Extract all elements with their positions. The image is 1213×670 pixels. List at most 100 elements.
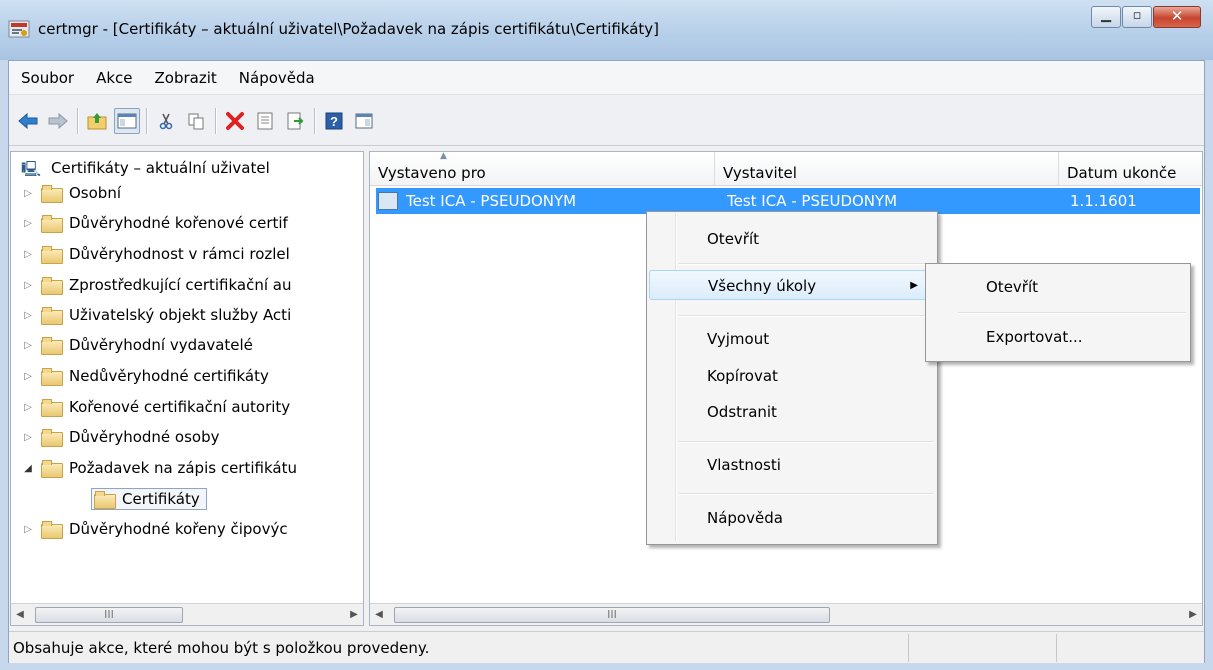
status-bar: Obsahuje akce, které mohou být s položko… xyxy=(9,631,1204,663)
column-label: Vystaveno pro xyxy=(378,164,486,182)
tree-root[interactable]: 🖳 Certifikáty – aktuální uživatel xyxy=(13,155,270,181)
tree-item-label: Kořenové certifikační autority xyxy=(69,398,291,416)
tree-item-trusted-publishers[interactable]: ▷ Důvěryhodní vydavatelé xyxy=(21,332,253,358)
tree-item-smart-card-root[interactable]: ▷ Důvěryhodné kořeny čipovýc xyxy=(21,516,288,542)
close-button[interactable]: ✕ xyxy=(1153,6,1201,28)
tree-item-label: Nedůvěryhodné certifikáty xyxy=(69,367,269,385)
tree-item-trusted-root[interactable]: ▷ Důvěryhodné kořenové certif xyxy=(21,210,288,236)
expand-icon[interactable]: ▷ xyxy=(21,249,35,260)
certificate-store-icon: 🖳 xyxy=(21,160,42,178)
scroll-thumb[interactable]: III xyxy=(35,606,183,623)
expand-icon[interactable]: ▷ xyxy=(21,310,35,321)
tree-root-label: Certifikáty – aktuální uživatel xyxy=(51,159,270,177)
help-button[interactable]: ? xyxy=(321,108,347,134)
menu-item-label: Všechny úkoly xyxy=(708,277,817,295)
menu-akce[interactable]: Akce xyxy=(96,69,132,87)
tree-item-label: Osobní xyxy=(69,184,121,202)
export-icon xyxy=(287,112,304,129)
expand-icon[interactable]: ▷ xyxy=(21,371,35,382)
view-button[interactable] xyxy=(351,108,377,134)
tree-item-label: Zprostředkující certifikační au xyxy=(69,276,292,294)
menu-item-open[interactable]: Otevřít xyxy=(649,224,935,254)
show-hide-tree-button[interactable] xyxy=(114,107,140,134)
column-header-issuer[interactable]: Vystavitel xyxy=(715,152,1059,186)
folder-icon xyxy=(41,337,63,355)
expand-icon[interactable]: ▷ xyxy=(21,402,35,413)
up-folder-icon xyxy=(87,112,107,129)
context-menu: Otevřít Všechny úkoly ▶ Vyjmout Kopírova… xyxy=(646,211,938,545)
menu-zobrazit[interactable]: Zobrazit xyxy=(155,69,217,87)
delete-icon xyxy=(226,111,244,130)
close-icon: ✕ xyxy=(1170,7,1184,25)
delete-button[interactable] xyxy=(222,108,248,134)
expand-icon[interactable]: ▷ xyxy=(21,524,35,535)
menu-napoveda[interactable]: Nápověda xyxy=(239,69,315,87)
minimize-button[interactable]: ▁ xyxy=(1091,6,1121,28)
tree-panel[interactable]: 🖳 Certifikáty – aktuální uživatel ▷ Osob… xyxy=(10,151,364,626)
menu-item-help[interactable]: Nápověda xyxy=(649,503,935,533)
menu-item-all-tasks[interactable]: Všechny úkoly ▶ xyxy=(649,270,935,300)
tree-item-enterprise-trust[interactable]: ▷ Důvěryhodnost v rámci rozlel xyxy=(21,241,290,267)
tree-item-third-party-root[interactable]: ▷ Kořenové certifikační autority xyxy=(21,394,290,420)
menu-separator xyxy=(958,312,1186,313)
tree-item-label: Požadavek na zápis certifikátu xyxy=(69,459,297,477)
up-level-button[interactable] xyxy=(84,108,110,134)
scroll-left-arrow-icon[interactable]: ◀ xyxy=(370,609,388,620)
folder-open-icon xyxy=(94,491,116,509)
menu-separator xyxy=(679,441,933,442)
title-bar[interactable]: certmgr - [Certifikáty – aktuální uživat… xyxy=(0,0,1213,60)
tree-horizontal-scrollbar[interactable]: ◀ III ▶ xyxy=(11,603,363,625)
properties-icon xyxy=(257,112,273,129)
tree-item-untrusted[interactable]: ▷ Nedůvěryhodné certifikáty xyxy=(21,363,269,389)
menu-item-copy[interactable]: Kopírovat xyxy=(649,361,935,391)
collapse-icon[interactable]: ◢ xyxy=(21,463,35,474)
expand-icon[interactable]: ▷ xyxy=(21,218,35,229)
column-header-expiry[interactable]: Datum ukonče xyxy=(1059,152,1202,186)
cut-icon xyxy=(159,113,173,129)
tree-selection-box[interactable]: Certifikáty xyxy=(91,488,207,510)
expand-icon[interactable]: ▷ xyxy=(21,340,35,351)
certificate-icon xyxy=(378,192,398,210)
list-horizontal-scrollbar[interactable]: ◀ III ▶ xyxy=(370,603,1202,625)
menu-item-cut[interactable]: Vyjmout xyxy=(649,324,935,354)
tree-item-label: Uživatelský objekt služby Acti xyxy=(69,306,292,324)
help-icon: ? xyxy=(325,112,343,129)
column-header-issued-to[interactable]: ▲ Vystaveno pro xyxy=(370,152,715,186)
tree-item-enrollment-request[interactable]: ◢ Požadavek na zápis certifikátu xyxy=(21,455,297,481)
maximize-button[interactable]: ▫ xyxy=(1122,6,1152,28)
tree-item-ad-user-object[interactable]: ▷ Uživatelský objekt služby Acti xyxy=(21,302,291,328)
tree-item-trusted-people[interactable]: ▷ Důvěryhodné osoby xyxy=(21,424,219,450)
properties-button[interactable] xyxy=(252,108,278,134)
folder-icon xyxy=(41,429,63,447)
cut-button[interactable] xyxy=(153,108,179,134)
scroll-thumb[interactable]: III xyxy=(394,606,830,623)
expand-icon[interactable]: ▷ xyxy=(21,280,35,291)
folder-icon xyxy=(41,246,63,264)
submenu-item-export[interactable]: Exportovat... xyxy=(928,322,1188,352)
folder-icon xyxy=(41,185,63,203)
scroll-left-arrow-icon[interactable]: ◀ xyxy=(11,609,29,620)
submenu-arrow-icon: ▶ xyxy=(910,280,918,291)
scroll-right-arrow-icon[interactable]: ▶ xyxy=(1184,609,1202,620)
forward-button[interactable] xyxy=(45,108,71,134)
back-button[interactable] xyxy=(15,108,41,134)
scroll-right-arrow-icon[interactable]: ▶ xyxy=(345,609,363,620)
tree-item-osobni[interactable]: ▷ Osobní xyxy=(21,180,121,206)
tree-item-label: Důvěryhodné osoby xyxy=(69,428,220,446)
folder-icon xyxy=(41,368,63,386)
expand-icon[interactable]: ▷ xyxy=(21,432,35,443)
menu-item-delete[interactable]: Odstranit xyxy=(649,397,935,427)
toolbar-separator xyxy=(77,107,78,134)
copy-button[interactable] xyxy=(183,108,209,134)
submenu-item-open[interactable]: Otevřít xyxy=(928,272,1188,302)
tree-item-intermediate-ca[interactable]: ▷ Zprostředkující certifikační au xyxy=(21,272,292,298)
export-button[interactable] xyxy=(282,108,308,134)
expand-icon[interactable]: ▷ xyxy=(21,188,35,199)
tree-item-label: Důvěryhodné kořenové certif xyxy=(69,214,288,232)
tree-item-certificates[interactable]: Certifikáty xyxy=(91,486,207,512)
cell-issued-to: Test ICA - PSEUDONYM xyxy=(406,192,577,210)
folder-icon xyxy=(41,399,63,417)
menu-separator xyxy=(679,315,933,316)
menu-soubor[interactable]: Soubor xyxy=(21,69,74,87)
menu-item-properties[interactable]: Vlastnosti xyxy=(649,450,935,480)
